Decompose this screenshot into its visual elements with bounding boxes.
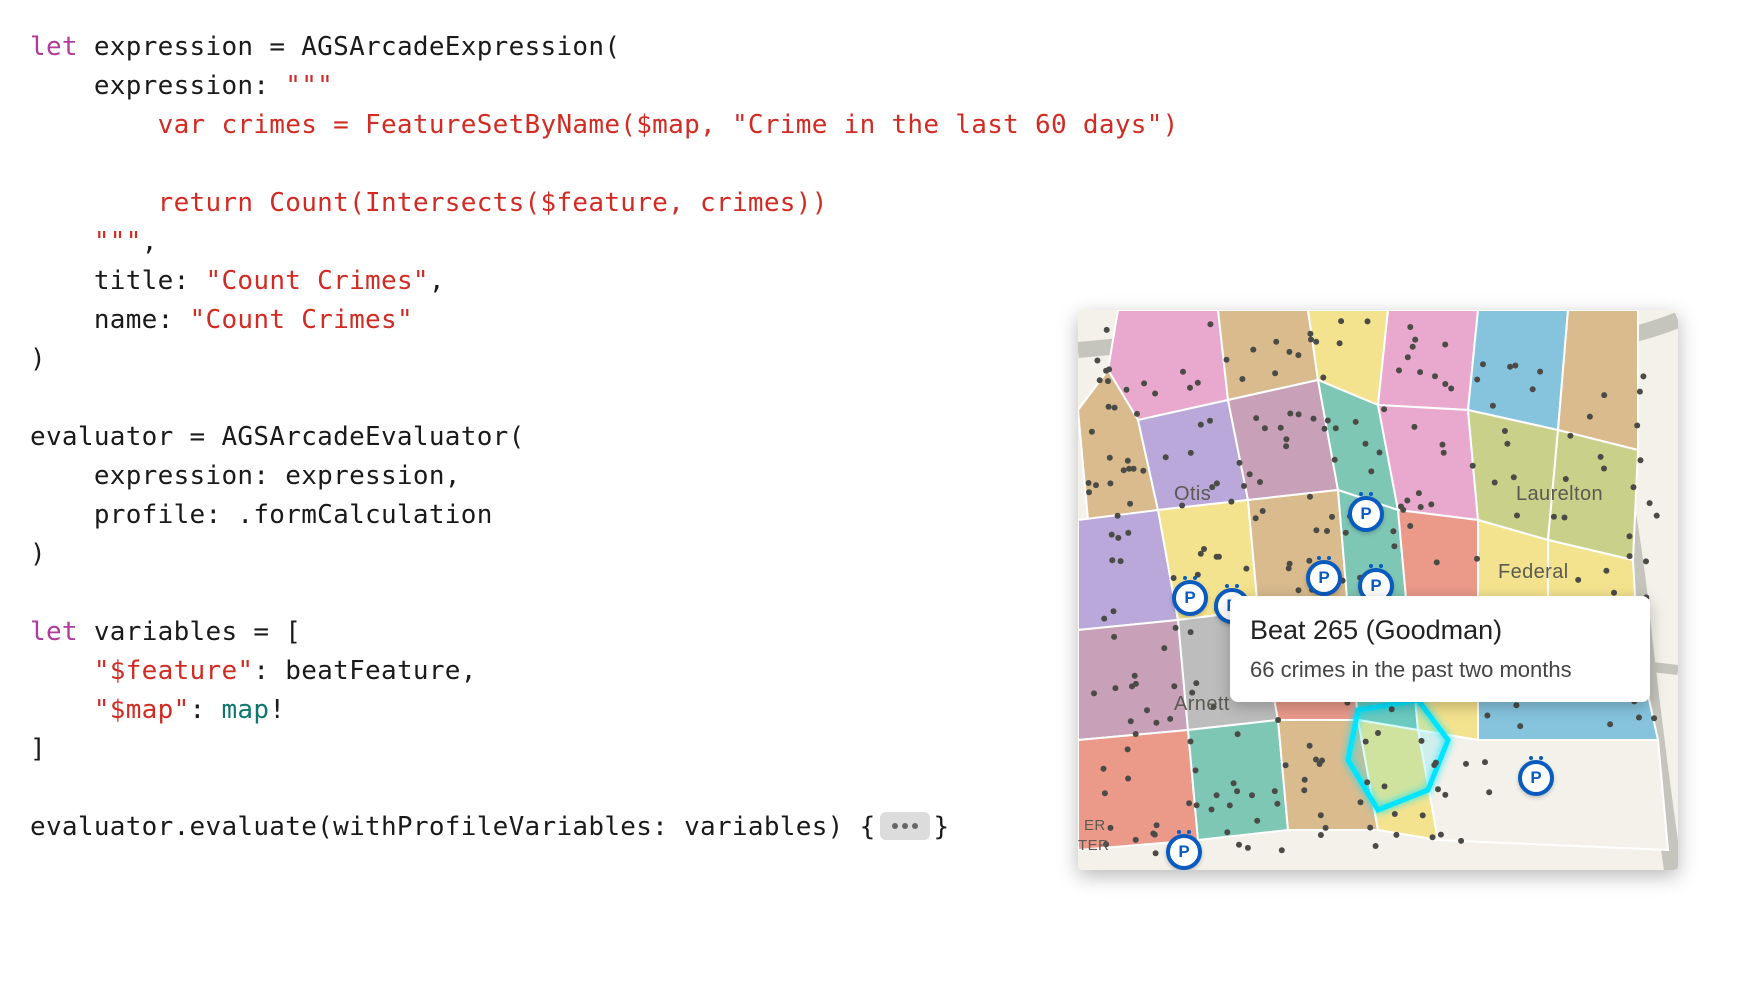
string-literal: "Count Crimes": [190, 305, 413, 335]
code-text: ,: [142, 227, 158, 257]
keyword-let: let: [30, 617, 78, 647]
map-label-federal: Federal: [1498, 561, 1569, 583]
code-text: : beatFeature,: [253, 656, 476, 686]
string-literal: "$map": [30, 695, 190, 725]
keyword-let: let: [30, 32, 78, 62]
code-text: ]: [30, 734, 46, 764]
code-text: name:: [30, 305, 190, 335]
callout-subtitle: 66 crimes in the past two months: [1250, 653, 1630, 686]
code-text: evaluator = AGSArcadeEvaluator(: [30, 422, 525, 452]
code-text: !: [269, 695, 285, 725]
map-label-laurelton: Laurelton: [1516, 483, 1603, 505]
code-text: ,: [429, 266, 445, 296]
code-text: :: [190, 695, 222, 725]
string-close: """: [30, 227, 142, 257]
code-text: evaluator.evaluate(withProfileVariables:…: [30, 812, 876, 842]
code-text: expression: expression,: [30, 461, 461, 491]
map-label-ter: TER: [1078, 837, 1109, 854]
map-label-er: ER: [1084, 817, 1106, 834]
police-marker-icon[interactable]: P: [1166, 834, 1202, 870]
string-line: var crimes = FeatureSetByName($map, "Cri…: [30, 110, 1179, 140]
code-text: expression:: [30, 71, 285, 101]
map-callout[interactable]: Beat 265 (Goodman) 66 crimes in the past…: [1230, 596, 1650, 702]
police-marker-icon[interactable]: P: [1348, 496, 1384, 536]
code-text: title:: [30, 266, 206, 296]
callout-title: Beat 265 (Goodman): [1250, 610, 1630, 651]
string-literal: "$feature": [30, 656, 253, 686]
identifier: map: [221, 695, 269, 725]
code-text: expression = AGSArcadeExpression(: [78, 32, 620, 62]
string-line: return Count(Intersects($feature, crimes…: [30, 188, 828, 218]
police-marker-icon[interactable]: P: [1172, 580, 1208, 620]
code-text: ): [30, 539, 46, 569]
code-text: }: [934, 812, 950, 842]
code-text: variables = [: [78, 617, 301, 647]
string-open: """: [285, 71, 333, 101]
code-text: profile: .formCalculation: [30, 500, 493, 530]
police-marker-icon[interactable]: P: [1518, 760, 1554, 800]
code-fold-icon[interactable]: [880, 812, 930, 840]
map-thumbnail[interactable]: Otis Laurelton Federal Arnett ER TER P P…: [1078, 310, 1678, 870]
string-literal: "Count Crimes": [206, 266, 429, 296]
police-marker-icon[interactable]: P: [1306, 560, 1342, 600]
code-text: ): [30, 344, 46, 374]
map-label-otis: Otis: [1174, 483, 1211, 505]
map-label-arnett: Arnett: [1174, 693, 1230, 715]
